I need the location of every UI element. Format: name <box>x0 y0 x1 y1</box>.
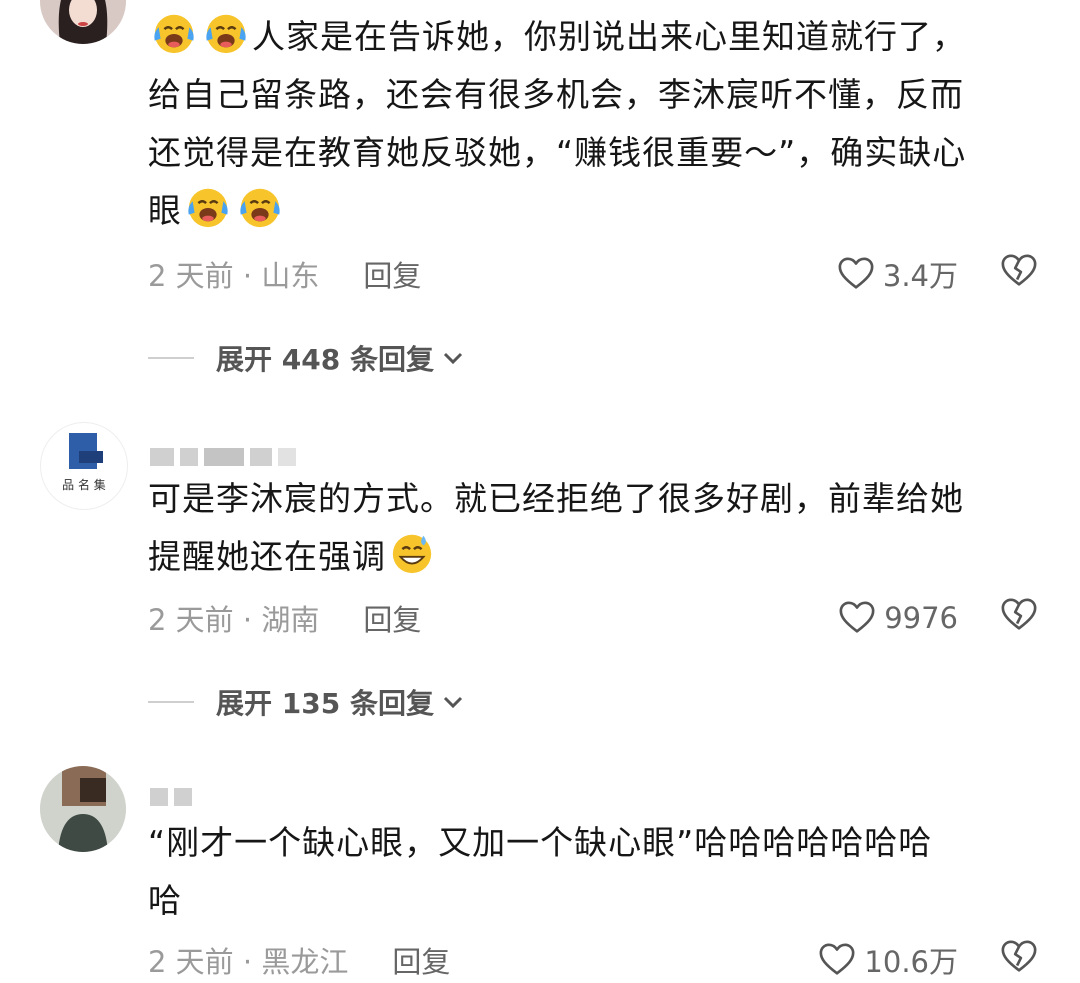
comment-line: 还觉得是在教育她反驳她，“赚钱很重要～”，确实缺心 <box>148 133 967 172</box>
like-button[interactable]: 9976 <box>838 599 958 637</box>
avatar-photo-icon <box>40 766 126 852</box>
comment-text: “刚才一个缺心眼，又加一个缺心眼”哈哈哈哈哈哈哈哈 <box>148 814 1028 930</box>
reply-button[interactable]: 回复 <box>363 597 421 639</box>
svg-text:品 名 集: 品 名 集 <box>62 477 106 492</box>
crying-laughing-face-emoji <box>237 184 283 230</box>
comment-line: 人家是在告诉她，你别说出来心里知道就行了， <box>252 17 966 56</box>
expand-replies-label: 展开 448 条回复 <box>216 343 434 376</box>
time-location: 2 天前 · 湖南 <box>148 603 320 637</box>
expand-replies-button[interactable]: 展开 135 条回复 <box>148 682 466 722</box>
comment-text: 可是李沐宸的方式。就已经拒绝了很多好剧，前辈给她 提醒她还在强调 <box>148 470 1028 586</box>
like-count: 3.4万 <box>882 259 958 293</box>
username-blurred <box>150 446 296 468</box>
heart-outline-icon <box>838 599 876 637</box>
chevron-down-icon <box>443 352 463 365</box>
comment-line: 提醒她还在强调 <box>148 537 386 576</box>
username-blurred <box>150 786 192 808</box>
comment-line: 哈 <box>148 881 182 920</box>
avatar[interactable] <box>40 766 126 852</box>
comment-meta: 2 天前 · 湖南 回复 9976 <box>148 598 1048 638</box>
broken-heart-icon <box>1000 596 1038 634</box>
divider <box>148 701 194 703</box>
crying-laughing-face-emoji <box>185 184 231 230</box>
expand-replies-button[interactable]: 展开 448 条回复 <box>148 338 466 378</box>
comment-line: 眼 <box>148 191 182 230</box>
crying-laughing-face-emoji <box>203 10 249 56</box>
comment-line: “刚才一个缺心眼，又加一个缺心眼”哈哈哈哈哈哈哈 <box>148 823 933 862</box>
dislike-button[interactable] <box>1000 938 1038 983</box>
comment-line: 给自己留条路，还会有很多机会，李沐宸听不懂，反而 <box>148 75 964 114</box>
avatar[interactable] <box>40 0 126 44</box>
dislike-button[interactable] <box>1000 596 1038 641</box>
comment-text: 人家是在告诉她，你别说出来心里知道就行了， 给自己留条路，还会有很多机会，李沐宸听… <box>148 8 1028 240</box>
comment-meta: 2 天前 · 黑龙江 回复 10.6万 <box>148 940 1048 980</box>
avatar-photo-icon <box>40 0 126 44</box>
crying-laughing-face-emoji <box>151 10 197 56</box>
divider <box>148 357 194 359</box>
avatar-logo-icon: 品 名 集 <box>62 433 106 492</box>
like-button[interactable]: 3.4万 <box>837 253 958 295</box>
avatar[interactable]: 品 名 集 <box>40 422 128 510</box>
comment-line: 可是李沐宸的方式。就已经拒绝了很多好剧，前辈给她 <box>148 479 964 518</box>
reply-button[interactable]: 回复 <box>363 253 421 295</box>
broken-heart-icon <box>1000 252 1038 290</box>
comment-meta: 2 天前 · 山东 回复 3.4万 <box>148 254 1048 294</box>
heart-outline-icon <box>818 941 856 979</box>
like-count: 9976 <box>884 601 958 635</box>
broken-heart-icon <box>1000 938 1038 976</box>
heart-outline-icon <box>837 255 875 293</box>
chevron-down-icon <box>443 696 463 709</box>
dislike-button[interactable] <box>1000 252 1038 297</box>
time-location: 2 天前 · 山东 <box>148 259 320 293</box>
expand-replies-label: 展开 135 条回复 <box>216 687 434 720</box>
sweat-smile-face-emoji <box>389 530 435 576</box>
